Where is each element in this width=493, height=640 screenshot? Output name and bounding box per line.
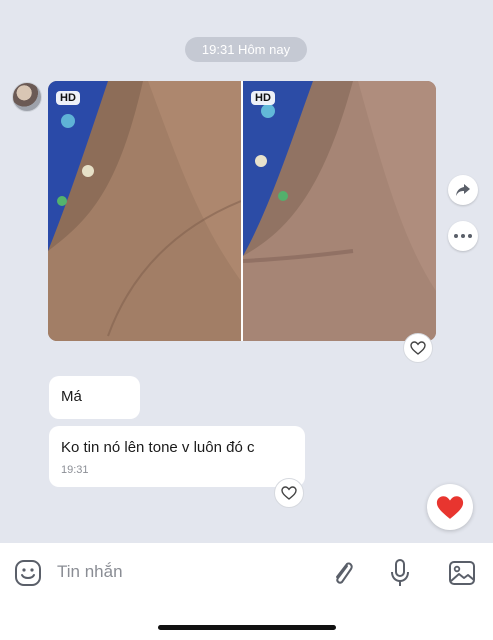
heart-outline-icon xyxy=(410,341,426,355)
message-input[interactable]: Tin nhắn xyxy=(57,562,123,582)
voice-button[interactable] xyxy=(384,557,416,589)
paperclip-icon xyxy=(336,562,353,584)
message-bubble[interactable]: Ko tin nó lên tone v luôn đó c 19:31 xyxy=(49,426,305,487)
photo-message[interactable]: HD HD xyxy=(48,81,436,341)
timestamp-pill: 19:31 Hôm nay xyxy=(185,37,307,62)
home-indicator xyxy=(158,625,336,630)
hd-badge: HD xyxy=(251,91,275,105)
gallery-button[interactable] xyxy=(446,557,478,589)
message-bubble[interactable]: Má xyxy=(49,376,140,419)
red-heart-icon xyxy=(436,495,464,519)
more-dots-icon xyxy=(454,234,472,238)
message-text: Ko tin nó lên tone v luôn đó c xyxy=(61,439,255,456)
hd-badge: HD xyxy=(56,91,80,105)
photo-1[interactable]: HD xyxy=(48,81,241,341)
photo-2[interactable]: HD xyxy=(243,81,436,341)
share-button[interactable] xyxy=(448,175,478,205)
more-button[interactable] xyxy=(448,221,478,251)
smiley-icon xyxy=(15,560,41,586)
share-arrow-icon xyxy=(456,184,470,196)
message-time: 19:31 xyxy=(61,464,89,476)
like-photo-button[interactable] xyxy=(403,333,433,363)
image-icon xyxy=(449,561,475,585)
sticker-button[interactable] xyxy=(12,557,44,589)
microphone-icon xyxy=(391,559,409,586)
like-message-button[interactable] xyxy=(274,478,304,508)
message-text: Má xyxy=(61,388,82,405)
photo-2-image xyxy=(243,81,436,341)
attach-button[interactable] xyxy=(327,557,359,589)
sender-avatar[interactable] xyxy=(12,82,42,112)
photo-1-image xyxy=(48,81,241,341)
quick-reaction-button[interactable] xyxy=(427,484,473,530)
heart-outline-icon xyxy=(281,486,297,500)
message-input-bar: Tin nhắn xyxy=(0,543,493,640)
